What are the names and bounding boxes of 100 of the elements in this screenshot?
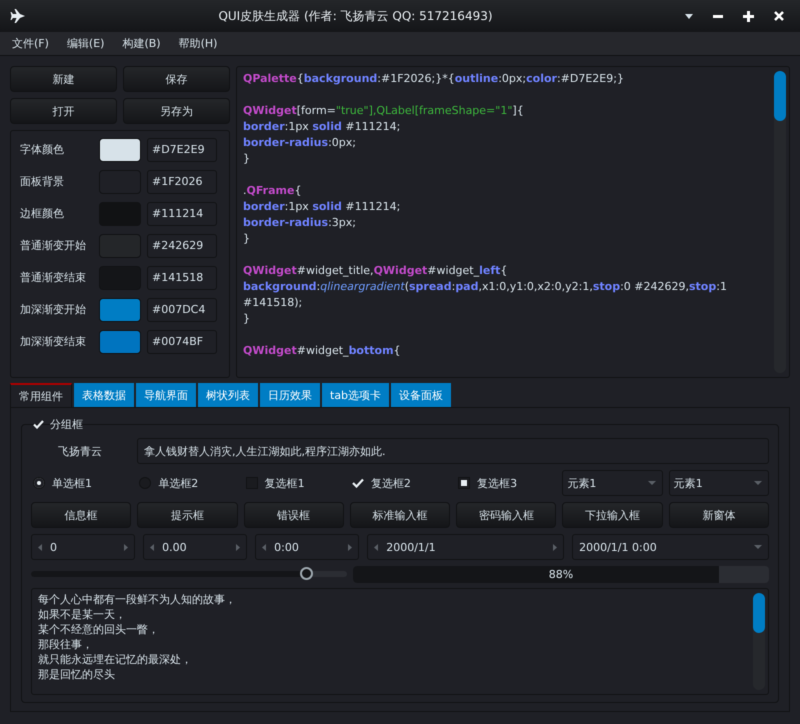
- color-swatch[interactable]: [99, 138, 141, 162]
- tab[interactable]: 日历效果: [260, 383, 320, 407]
- choice-label: 单选框2: [158, 476, 198, 490]
- code-line: border-radius:3px;: [243, 216, 356, 229]
- left-arrow-icon[interactable]: [374, 544, 378, 550]
- color-value-field[interactable]: #1F2026: [147, 170, 217, 194]
- dialog-button[interactable]: 新窗体: [668, 502, 769, 528]
- dropdown-arrow-icon[interactable]: [754, 545, 762, 549]
- code-line: QWidget#widget_bottom{: [243, 344, 401, 357]
- tab[interactable]: tab选项卡: [322, 383, 390, 407]
- toolbar-button[interactable]: 新建: [10, 66, 117, 92]
- code-line: background:qlineargradient(spread:pad,x1:0,y1:0,x2:0,y2:1,stop:0 #242629,stop:1: [243, 280, 727, 293]
- menu-item[interactable]: 编辑(E): [66, 36, 104, 51]
- code-line: }: [243, 312, 250, 325]
- left-arrow-icon[interactable]: [38, 544, 42, 550]
- code-line: }: [243, 152, 250, 165]
- choice-label: 复选框3: [477, 476, 518, 490]
- text-area[interactable]: 每个人心中都有一段鲜不为人知的故事， 如果不是某一天， 某个不经意的回头一瞥， 那段往事， 就只能永远埋在记忆的最深处， 那是回忆的尽头: [31, 588, 769, 695]
- progress-text: 88%: [548, 566, 574, 582]
- code-line: #141518);: [243, 296, 302, 309]
- input-field[interactable]: 拿人钱财替人消灾,人生江湖如此,程序江湖亦如此.: [137, 438, 769, 464]
- menu-item[interactable]: 构建(B): [122, 36, 161, 51]
- color-swatch[interactable]: [99, 330, 141, 354]
- tab[interactable]: 导航界面: [136, 383, 196, 407]
- menu-item[interactable]: 帮助(H): [178, 36, 218, 51]
- window-title: QUI皮肤生成器 (作者: 飞扬青云 QQ: 517216493): [217, 8, 494, 24]
- color-value-field[interactable]: #007DC4: [147, 298, 217, 322]
- tab[interactable]: 常用组件: [10, 383, 72, 407]
- color-label: 边框颜色: [20, 206, 65, 221]
- dialog-button[interactable]: 标准输入框: [350, 502, 450, 528]
- color-label: 字体颜色: [20, 142, 65, 157]
- dropdown-icon[interactable]: [685, 14, 693, 18]
- code-line: .QFrame{: [243, 184, 302, 197]
- slider-handle[interactable]: [300, 567, 313, 580]
- color-label: 加深渐变开始: [20, 302, 87, 317]
- code-line: QWidget#widget_title,QWidget#widget_left{: [243, 264, 508, 277]
- dialog-button[interactable]: 提示框: [137, 502, 238, 528]
- code-line: QWidget[form="true"],QLabel[frameShape="1"]{: [243, 104, 524, 117]
- check-icon[interactable]: [33, 420, 44, 428]
- color-swatch[interactable]: [99, 298, 141, 322]
- code-line: border:1px solid #111214;: [243, 200, 400, 213]
- color-label: 加深渐变结束: [20, 334, 87, 349]
- tab[interactable]: 设备面板: [391, 383, 452, 407]
- left-arrow-icon[interactable]: [150, 544, 154, 550]
- code-line: border:1px solid #111214;: [243, 120, 400, 133]
- spin-box[interactable]: 0: [31, 534, 136, 560]
- check-icon[interactable]: [352, 478, 364, 488]
- combo-box[interactable]: 元素1: [562, 470, 663, 496]
- tab[interactable]: 树状列表: [198, 383, 258, 407]
- right-arrow-icon[interactable]: [553, 544, 558, 550]
- dropdown-arrow-icon: [754, 481, 762, 485]
- right-arrow-icon[interactable]: [348, 544, 352, 550]
- code-line: QPalette{background:#1F2026;}*{outline:0px;color:#D7E2E9;}: [243, 72, 624, 85]
- code-line: border-radius:0px;: [243, 136, 356, 149]
- minimize-icon[interactable]: [713, 14, 723, 18]
- group-title: 分组框: [50, 416, 83, 432]
- spin-box[interactable]: 2000/1/1 0:00: [572, 534, 769, 560]
- radio-button[interactable]: [33, 477, 45, 489]
- color-value-field[interactable]: #D7E2E9: [147, 138, 217, 162]
- right-arrow-icon[interactable]: [124, 544, 128, 550]
- color-value-field[interactable]: #111214: [147, 202, 217, 226]
- airplane-icon: [10, 8, 26, 24]
- color-value-field[interactable]: #141518: [147, 266, 217, 290]
- color-value-field[interactable]: #0074BF: [147, 330, 217, 354]
- code-editor[interactable]: [236, 66, 790, 378]
- toolbar-button[interactable]: 保存: [123, 66, 230, 92]
- tab[interactable]: 表格数据: [74, 383, 134, 407]
- maximize-icon[interactable]: [743, 10, 754, 22]
- text-line: 那段往事，: [38, 638, 93, 651]
- dropdown-arrow-icon: [648, 481, 656, 485]
- text-line: 就只能永远埋在记忆的最深处，: [38, 653, 192, 666]
- spin-box[interactable]: 2000/1/1: [367, 534, 564, 560]
- text-line: 如果不是某一天，: [38, 608, 126, 621]
- code-line: }: [243, 232, 250, 245]
- left-arrow-icon[interactable]: [262, 544, 266, 550]
- close-icon[interactable]: [774, 11, 784, 21]
- slider[interactable]: [31, 567, 347, 581]
- combo-box[interactable]: 元素1: [668, 470, 769, 496]
- right-arrow-icon[interactable]: [236, 544, 240, 550]
- color-value-field[interactable]: #242629: [147, 234, 217, 258]
- menu-item[interactable]: 文件(F): [12, 36, 49, 51]
- dialog-button[interactable]: 密码输入框: [456, 502, 556, 528]
- name-label: 飞扬青云: [57, 444, 103, 458]
- text-line: 每个人心中都有一段鲜不为人知的故事，: [38, 593, 236, 606]
- dialog-button[interactable]: 信息框: [31, 502, 132, 528]
- toolbar-button[interactable]: 打开: [10, 98, 117, 124]
- spin-box[interactable]: 0:00: [255, 534, 360, 560]
- color-label: 普通渐变开始: [20, 238, 87, 253]
- scrollbar-thumb[interactable]: [774, 71, 786, 121]
- color-label: 普通渐变结束: [20, 270, 87, 285]
- checkbox[interactable]: [458, 477, 470, 489]
- dialog-button[interactable]: 错误框: [244, 502, 344, 528]
- toolbar-button[interactable]: 另存为: [123, 98, 230, 124]
- choice-label: 复选框1: [264, 476, 305, 490]
- color-label: 面板背景: [20, 174, 65, 189]
- scrollbar-thumb[interactable]: [753, 593, 765, 633]
- text-line: 那是回忆的尽头: [38, 668, 115, 681]
- spin-box[interactable]: 0.00: [143, 534, 248, 560]
- choice-label: 复选框2: [370, 476, 411, 490]
- dialog-button[interactable]: 下拉输入框: [562, 502, 663, 528]
